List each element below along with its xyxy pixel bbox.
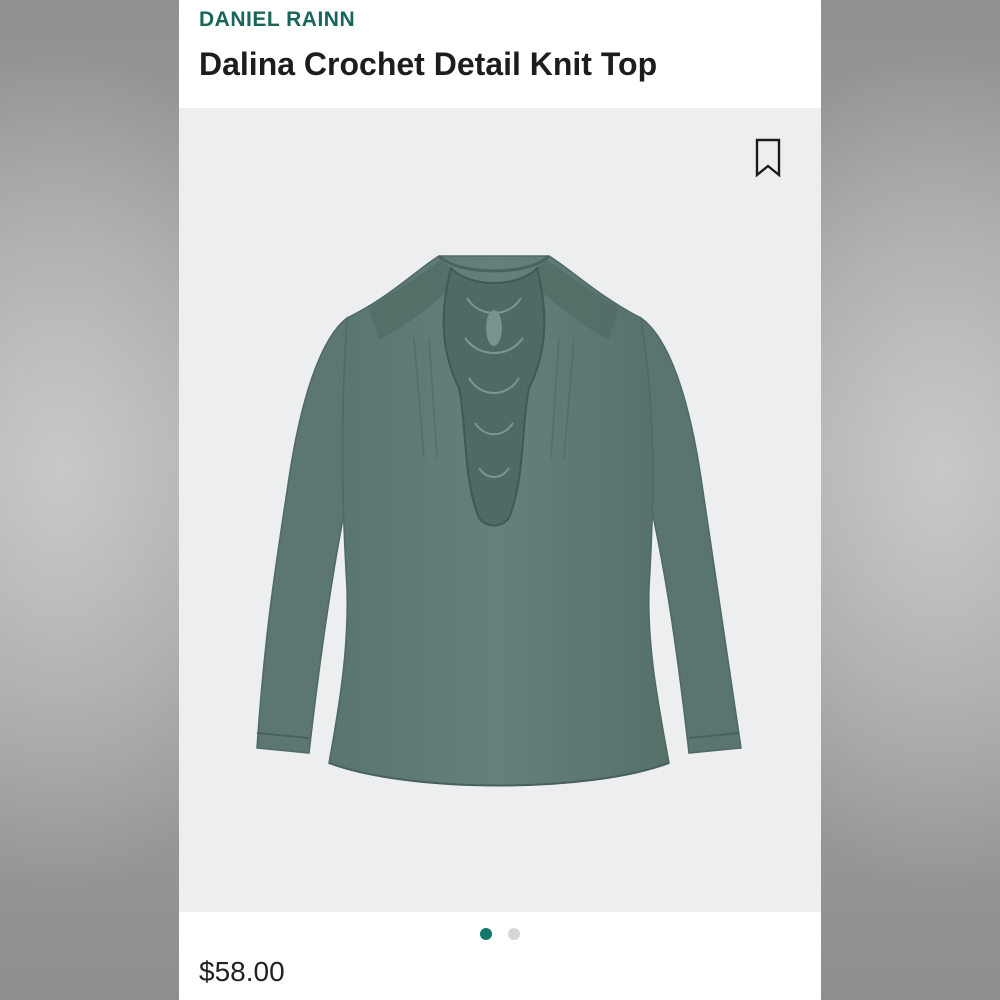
- pagination-dot-2[interactable]: [508, 928, 520, 940]
- product-price: $58.00: [199, 956, 285, 987]
- product-title: Dalina Crochet Detail Knit Top: [199, 46, 658, 82]
- bookmark-icon[interactable]: [753, 138, 783, 178]
- image-pagination: [179, 922, 821, 946]
- garment-illustration: [256, 254, 742, 787]
- product-image[interactable]: [179, 108, 821, 912]
- product-card: DANIEL RAINN Dalina Crochet Detail Knit …: [179, 0, 821, 1000]
- pagination-dot-1[interactable]: [480, 928, 492, 940]
- brand-name[interactable]: DANIEL RAINN: [199, 8, 355, 32]
